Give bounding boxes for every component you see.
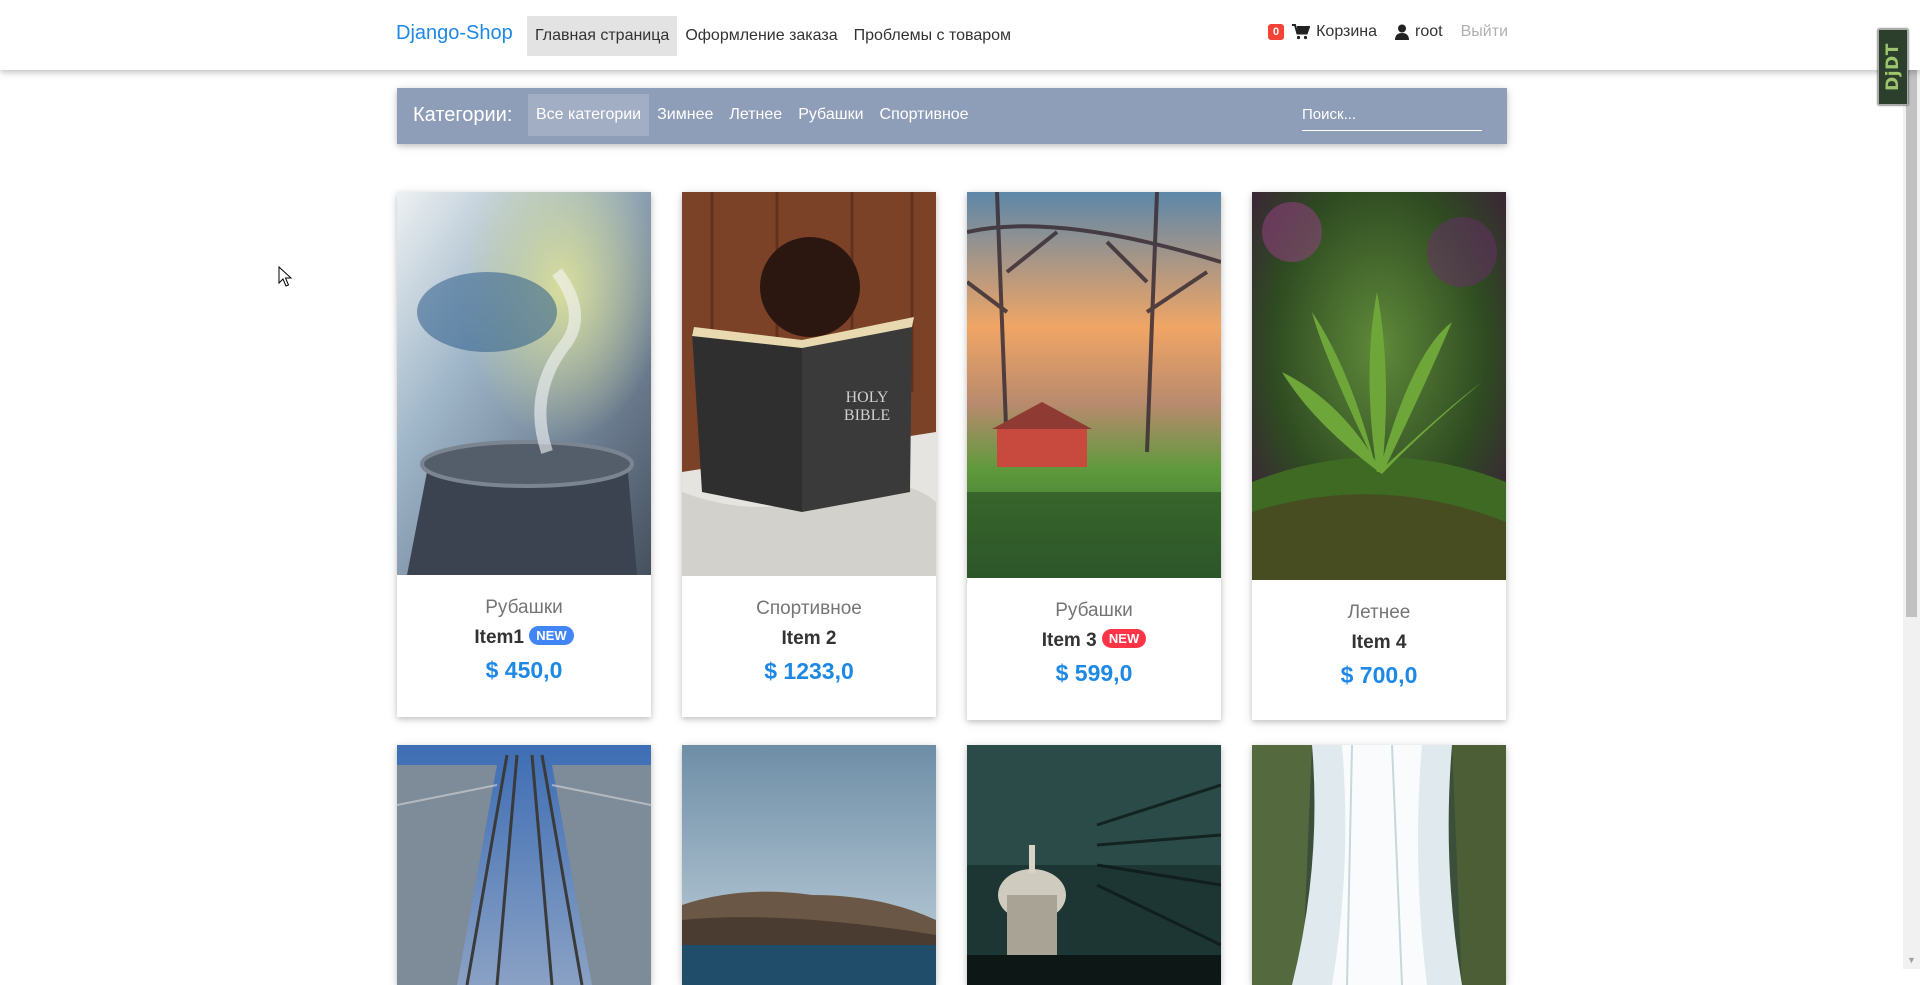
product-card-body: Рубашки Item1 NEW $ 450,0 xyxy=(397,575,651,684)
category-summer[interactable]: Летнее xyxy=(721,94,790,136)
product-price: $ 1233,0 xyxy=(764,658,854,684)
cart-count-badge: 0 xyxy=(1267,24,1285,40)
brand-link[interactable]: Django-Shop xyxy=(396,22,513,45)
product-category: Летнее xyxy=(1347,602,1411,623)
category-all[interactable]: Все категории xyxy=(528,94,650,136)
category-links: Все категории Зимнее Летнее Рубашки Спор… xyxy=(528,94,977,136)
product-card[interactable] xyxy=(397,745,651,985)
category-bar: Категории: Все категории Зимнее Летнее Р… xyxy=(397,88,1507,144)
product-card[interactable] xyxy=(967,745,1221,985)
product-category: Рубашки xyxy=(1055,600,1133,621)
debug-toolbar-label: DjDT xyxy=(1883,43,1903,91)
bible-cover-lettering: BIBLE xyxy=(844,407,890,424)
vertical-scrollbar[interactable]: ▲ ▼ xyxy=(1903,0,1920,969)
debug-toolbar-handle[interactable]: DjDT xyxy=(1878,29,1908,105)
product-card[interactable]: Рубашки Item 3 NEW $ 599,0 xyxy=(967,192,1221,720)
product-name[interactable]: Item 2 xyxy=(682,628,936,650)
navbar-container: Django-Shop Главная страница Оформление … xyxy=(396,0,1508,70)
top-navbar: Django-Shop Главная страница Оформление … xyxy=(0,0,1920,70)
product-image[interactable] xyxy=(397,192,651,575)
bible-cover-lettering: HOLY xyxy=(846,389,889,406)
product-image[interactable]: HOLY BIBLE xyxy=(682,192,936,576)
nav-right: 0 Корзина root Выйти xyxy=(1267,16,1508,48)
product-name-text: Item 2 xyxy=(781,628,837,649)
product-name-text: Item 3 xyxy=(1041,630,1097,651)
new-badge: NEW xyxy=(1101,629,1147,649)
product-category: Рубашки xyxy=(485,597,563,618)
category-shirts[interactable]: Рубашки xyxy=(790,94,871,136)
product-card[interactable] xyxy=(1252,745,1506,985)
user-icon xyxy=(1395,24,1410,40)
user-link[interactable]: root xyxy=(1395,23,1443,41)
cart-label: Корзина xyxy=(1316,23,1378,40)
category-sport[interactable]: Спортивное xyxy=(872,94,977,136)
scrollbar-thumb[interactable] xyxy=(1906,17,1917,617)
nav-link-checkout[interactable]: Оформление заказа xyxy=(677,16,845,56)
product-price: $ 700,0 xyxy=(1340,662,1418,688)
product-card[interactable]: Рубашки Item1 NEW $ 450,0 xyxy=(397,192,651,717)
nav-link-home[interactable]: Главная страница xyxy=(527,16,678,56)
product-card[interactable]: Летнее Item 4 $ 700,0 xyxy=(1252,192,1506,720)
user-label: root xyxy=(1415,23,1443,40)
product-name[interactable]: Item 3 NEW xyxy=(967,629,1221,652)
product-image[interactable] xyxy=(397,745,651,985)
product-price: $ 450,0 xyxy=(485,657,563,683)
product-category: Спортивное xyxy=(756,598,862,619)
cart-link[interactable]: Корзина xyxy=(1292,23,1377,41)
product-card-body: Спортивное Item 2 $ 1233,0 xyxy=(682,576,936,685)
shopping-cart-icon xyxy=(1292,24,1311,40)
product-card[interactable] xyxy=(682,745,936,985)
product-image[interactable] xyxy=(1252,192,1506,580)
scroll-down-arrow-icon[interactable]: ▼ xyxy=(1903,952,1920,969)
category-winter[interactable]: Зимнее xyxy=(649,94,721,136)
product-image[interactable] xyxy=(967,192,1221,578)
new-badge: NEW xyxy=(529,626,574,646)
mouse-cursor-icon xyxy=(278,266,292,287)
category-bar-title: Категории: xyxy=(413,104,513,126)
product-image[interactable] xyxy=(1252,745,1506,985)
product-card-body: Летнее Item 4 $ 700,0 xyxy=(1252,580,1506,689)
product-card[interactable]: HOLY BIBLE Спортивное Item 2 $ 1233,0 xyxy=(682,192,936,717)
product-name[interactable]: Item1 NEW xyxy=(397,626,651,649)
search-input[interactable] xyxy=(1302,98,1482,131)
product-image[interactable] xyxy=(967,745,1221,985)
product-card-body: Рубашки Item 3 NEW $ 599,0 xyxy=(967,578,1221,687)
product-name[interactable]: Item 4 xyxy=(1252,632,1506,654)
product-name-text: Item 4 xyxy=(1351,632,1407,653)
product-name-text: Item1 xyxy=(474,627,524,648)
product-price: $ 599,0 xyxy=(1055,660,1133,686)
product-image[interactable] xyxy=(682,745,936,985)
logout-link[interactable]: Выйти xyxy=(1461,23,1508,41)
nav-links: Главная страница Оформление заказа Пробл… xyxy=(527,16,1019,56)
nav-link-problems[interactable]: Проблемы с товаром xyxy=(846,16,1019,56)
